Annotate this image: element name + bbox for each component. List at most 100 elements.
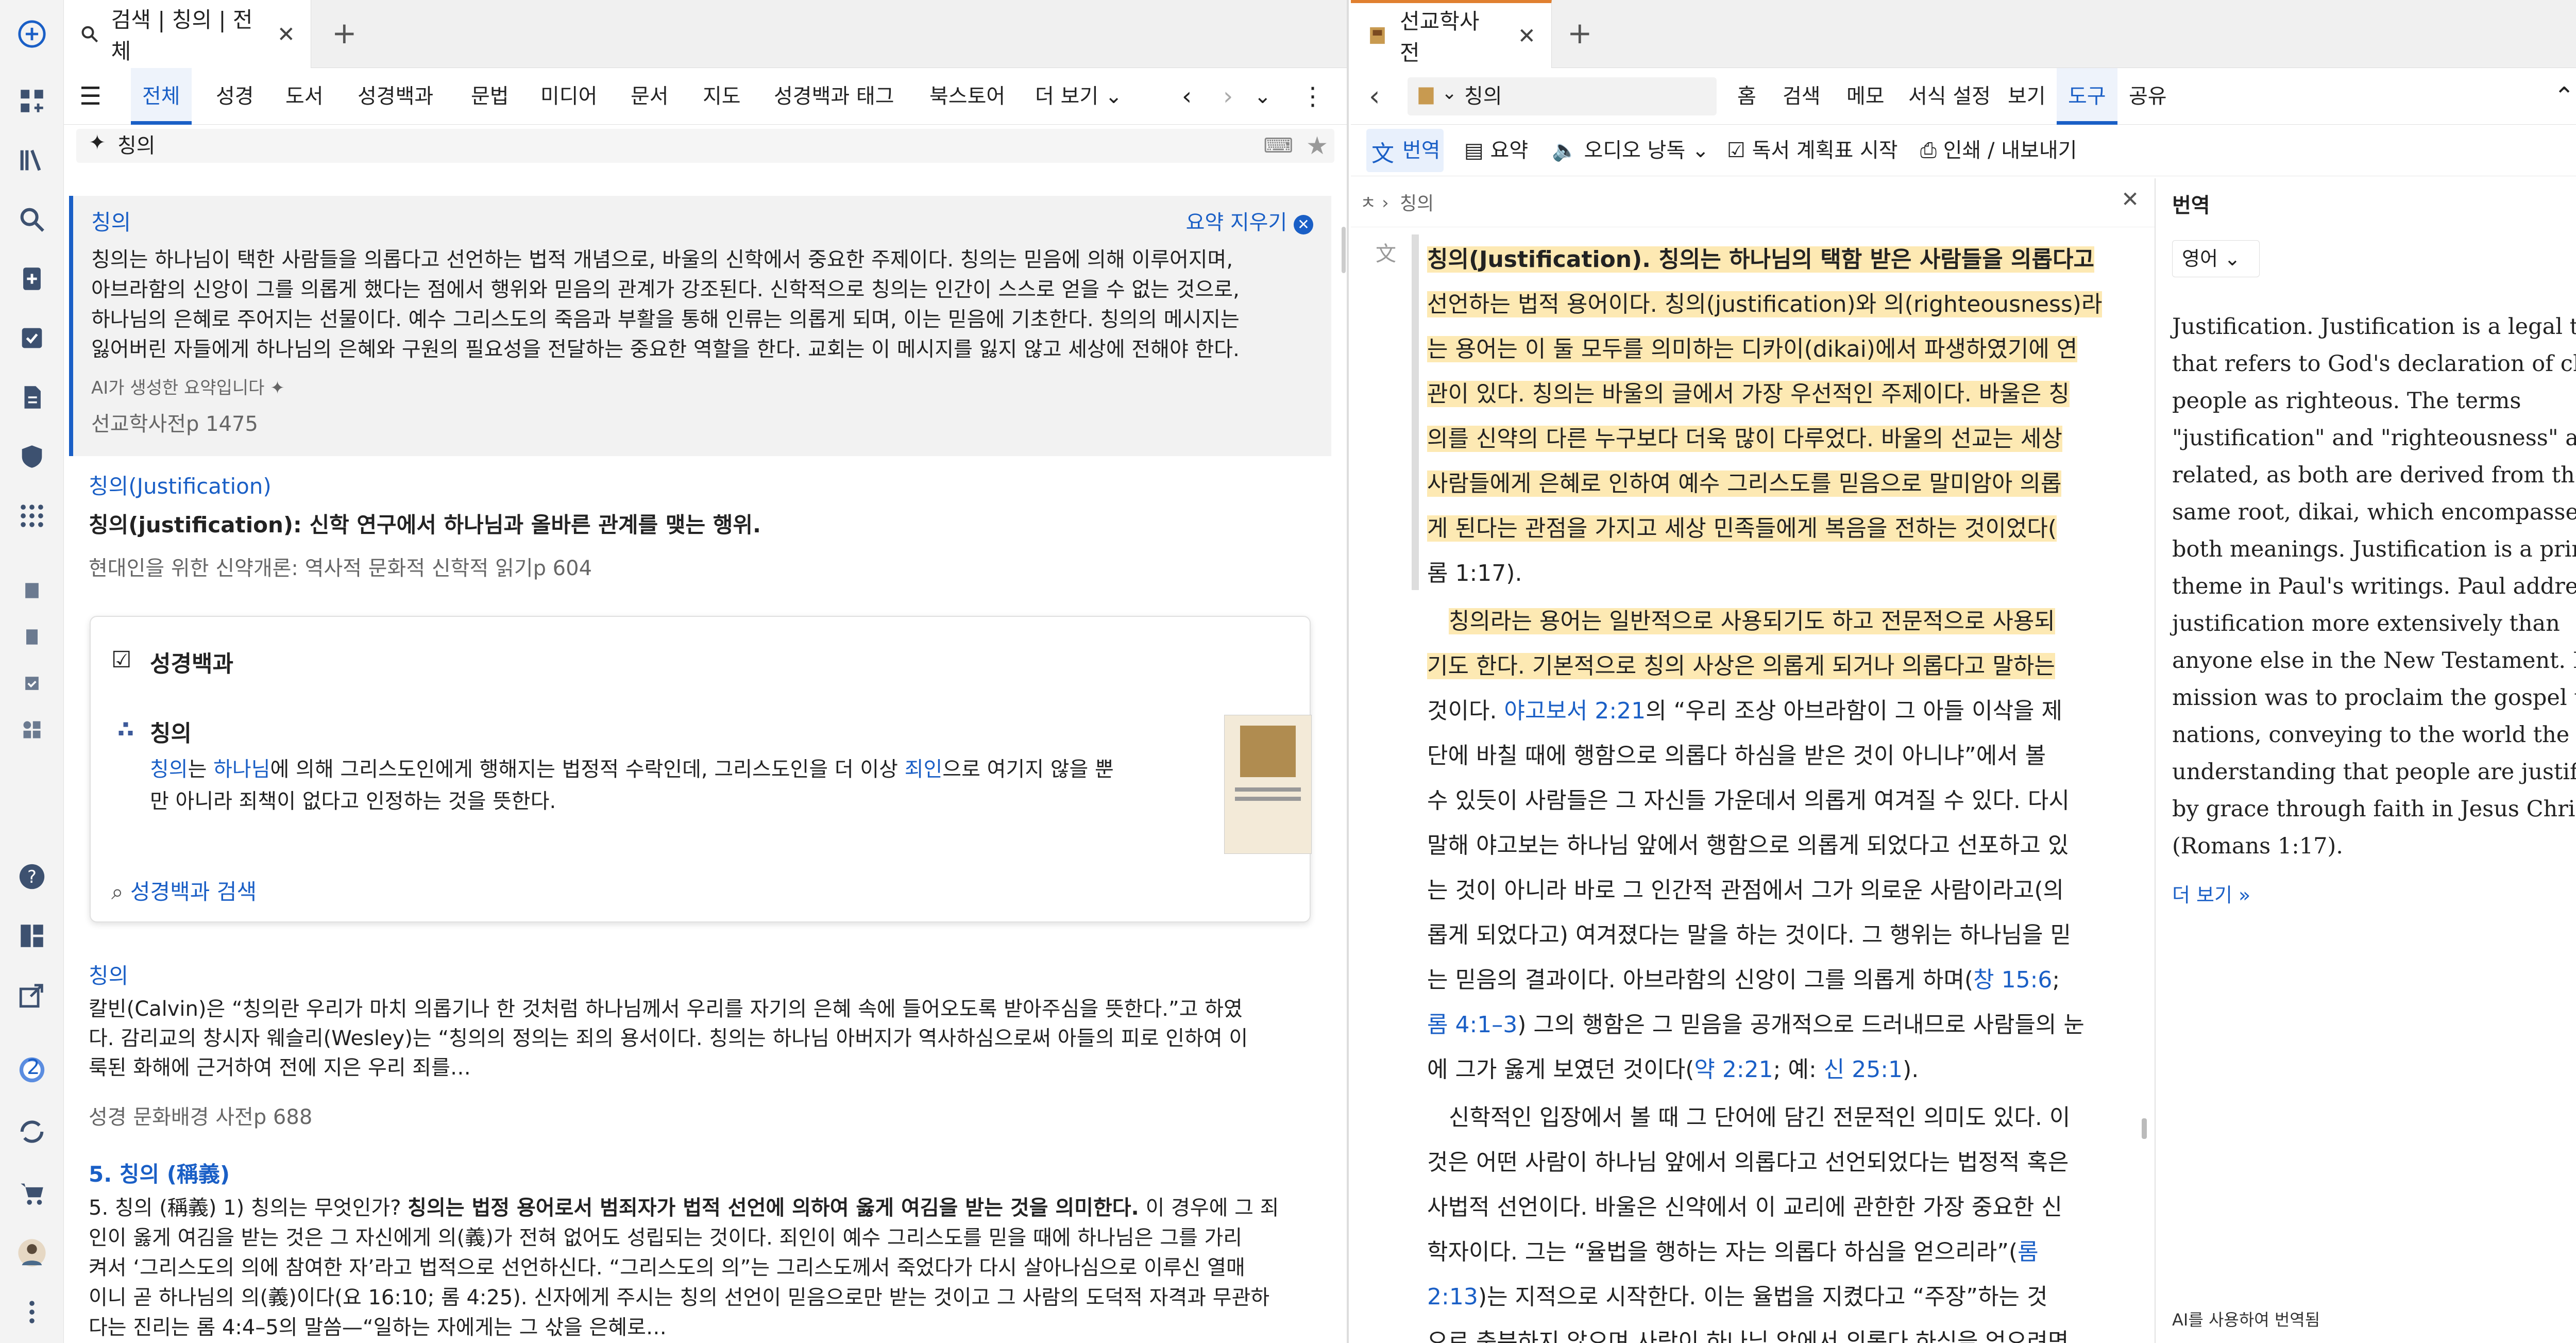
chevron-left-icon[interactable]: ‹	[1182, 68, 1192, 125]
checklist-icon[interactable]	[13, 320, 50, 357]
bible-reference-link[interactable]: 창 15:6	[1973, 967, 2052, 993]
tab-resource[interactable]: 선교학사전 ✕	[1351, 0, 1552, 68]
encyclopedia-search-link[interactable]: ⌕ 성경백과 검색	[111, 875, 257, 906]
clear-summary-button[interactable]: 요약 지우기 ✕	[1186, 205, 1313, 240]
bible-reference-link[interactable]: 약 2:21	[1694, 1056, 1773, 1083]
summary-button[interactable]: ▤ 요약	[1464, 133, 1528, 168]
reading-plan-button[interactable]: ☑ 독서 계획표 시작	[1727, 133, 1898, 168]
star-icon[interactable]: ★	[1306, 129, 1328, 163]
chevron-down-icon[interactable]: ⌄	[1254, 68, 1272, 125]
panel-title: 번역	[2172, 194, 2210, 217]
book-thumbnail[interactable]	[1224, 715, 1312, 854]
menu-notes[interactable]: 메모	[1846, 68, 1885, 125]
tab-search[interactable]: 검색 | 칭의 | 전체 ✕	[64, 0, 311, 68]
translate-margin-icon[interactable]: 文	[1376, 237, 1396, 267]
menu-search[interactable]: 검색	[1783, 68, 1821, 125]
cart-icon[interactable]	[13, 1175, 50, 1212]
bible-reference-link[interactable]: 야고보서 2:21	[1504, 698, 1646, 724]
print-export-button[interactable]: ⎙ 인쇄 / 내보내기	[1920, 133, 2077, 168]
tab-bible[interactable]: 성경	[216, 68, 254, 125]
layout-icon[interactable]	[13, 711, 50, 748]
menu-tools[interactable]: 도구	[2057, 68, 2117, 125]
tab-media[interactable]: 미디어	[540, 68, 597, 125]
close-icon[interactable]: ✕	[2121, 187, 2139, 212]
search-category-nav: ☰ 전체 성경 도서 성경백과 문법 미디어 문서 지도 성경백과 태그 북스토…	[64, 68, 1347, 125]
read-aloud-button[interactable]: 🔈 오디오 낭독 ⌄	[1552, 133, 1709, 168]
language-select[interactable]: 영어 ⌄	[2172, 240, 2260, 277]
tab-grammar[interactable]: 문법	[471, 68, 509, 125]
tab-maps[interactable]: 지도	[703, 68, 741, 125]
tab-all[interactable]: 전체	[131, 68, 192, 125]
article-title[interactable]: 칭의	[150, 715, 192, 748]
bible-reference-link[interactable]: 신 25:1	[1824, 1056, 1903, 1083]
breadcrumb-item[interactable]: 칭의	[1400, 189, 1434, 215]
logo-icon[interactable]	[13, 15, 50, 53]
menu-view[interactable]: 보기	[2008, 68, 2046, 125]
link-sinner[interactable]: 죄인	[905, 758, 943, 781]
library-icon[interactable]	[13, 142, 50, 179]
panels-icon[interactable]	[13, 917, 50, 954]
more-vertical-icon[interactable]: ⋮	[1300, 68, 1325, 125]
close-tab-icon[interactable]: ✕	[277, 22, 295, 47]
result-source[interactable]: 성경 문화배경 사전p 688	[89, 1100, 312, 1130]
translate-button[interactable]: 文 번역	[1366, 129, 1444, 172]
search-input[interactable]: 칭의	[117, 129, 156, 163]
add-document-icon[interactable]	[13, 260, 50, 297]
search-icon: ⌕	[111, 879, 124, 904]
tab-documents[interactable]: 문서	[631, 68, 669, 125]
menu-share[interactable]: 공유	[2129, 68, 2167, 125]
avatar[interactable]	[13, 1234, 50, 1271]
summary-title: 칭의	[91, 210, 131, 235]
link-justification[interactable]: 칭의	[150, 758, 188, 781]
notifications-badge[interactable]: 2	[13, 1051, 50, 1088]
article-line: 것은 어떤 사람이 하나님 앞에서 의롭다고 선언되었다는 법정적 혹은	[1427, 1149, 2069, 1176]
tab-encyclopedia[interactable]: 성경백과	[358, 68, 433, 125]
notes-icon[interactable]	[13, 379, 50, 416]
result-title[interactable]: 칭의	[89, 959, 128, 990]
shield-icon[interactable]	[13, 438, 50, 475]
scrollbar[interactable]	[2142, 1118, 2147, 1139]
toc-icon[interactable]: ㅊ ›	[1360, 189, 1389, 214]
more-link[interactable]: 더 보기 »	[2172, 879, 2250, 908]
app-sidebar: ? 2	[0, 0, 64, 1343]
chevron-right-icon[interactable]: ›	[1223, 68, 1233, 125]
keyboard-icon[interactable]: ⌨	[1263, 129, 1293, 163]
menu-home[interactable]: 홈	[1737, 68, 1756, 125]
search-bar[interactable]: ✦ 칭의 ⌨ ★	[76, 129, 1334, 163]
menu-format[interactable]: 서식 설정	[1908, 68, 1991, 125]
resource-selector[interactable]: ⌄ 칭의	[1408, 77, 1717, 115]
bible-reference-link[interactable]: 롬 4:1–3	[1427, 1012, 1517, 1038]
share-icon[interactable]	[13, 977, 50, 1014]
close-tab-icon[interactable]: ✕	[1518, 23, 1536, 48]
bible-reference-link[interactable]: 롬	[2018, 1239, 2038, 1265]
sync-icon[interactable]	[13, 1113, 50, 1150]
back-icon[interactable]: ‹	[1369, 68, 1380, 125]
summary-source[interactable]: 선교학사전p 1475	[91, 407, 258, 437]
new-tab-icon[interactable]: +	[1567, 15, 1592, 51]
tab-bookstore[interactable]: 북스토어	[929, 68, 1005, 125]
book-shelf-icon[interactable]	[13, 572, 50, 609]
article-text: )는 지적으로 시작한다. 이는 율법을 지켰다고 “주장”하는 것	[1478, 1284, 2048, 1310]
more-vertical-icon[interactable]	[13, 1294, 50, 1331]
link-god[interactable]: 하나님	[213, 758, 270, 781]
result-title[interactable]: 5. 칭의 (稱義)	[89, 1157, 230, 1188]
summary-icon: ▤	[1464, 139, 1484, 162]
scrollbar[interactable]	[1342, 227, 1346, 273]
apps-grid-icon[interactable]	[13, 497, 50, 534]
article-text: ; 예:	[1773, 1056, 1824, 1083]
result-title[interactable]: 칭의(Justification)	[89, 469, 272, 500]
collapse-up-icon[interactable]: ⌃	[2554, 68, 2574, 125]
hamburger-icon[interactable]: ☰	[79, 68, 101, 125]
bookmark-icon[interactable]	[13, 618, 50, 656]
result-source[interactable]: 현대인을 위한 신약개론: 역사적 문화적 신학적 읽기p 604	[89, 551, 592, 581]
tab-encyclopedia-tags[interactable]: 성경백과 태그	[774, 68, 894, 125]
search-icon[interactable]	[13, 201, 50, 238]
dashboard-icon[interactable]	[13, 82, 50, 120]
bible-reference-link[interactable]: 2:13	[1427, 1284, 1478, 1310]
tab-more[interactable]: 더 보기 ⌄	[1035, 68, 1122, 125]
task-icon[interactable]	[13, 665, 50, 702]
help-icon[interactable]: ?	[13, 858, 50, 895]
new-tab-icon[interactable]: +	[332, 15, 357, 51]
resource-reference-input[interactable]: 칭의	[1464, 77, 1502, 115]
tab-books[interactable]: 도서	[285, 68, 324, 125]
